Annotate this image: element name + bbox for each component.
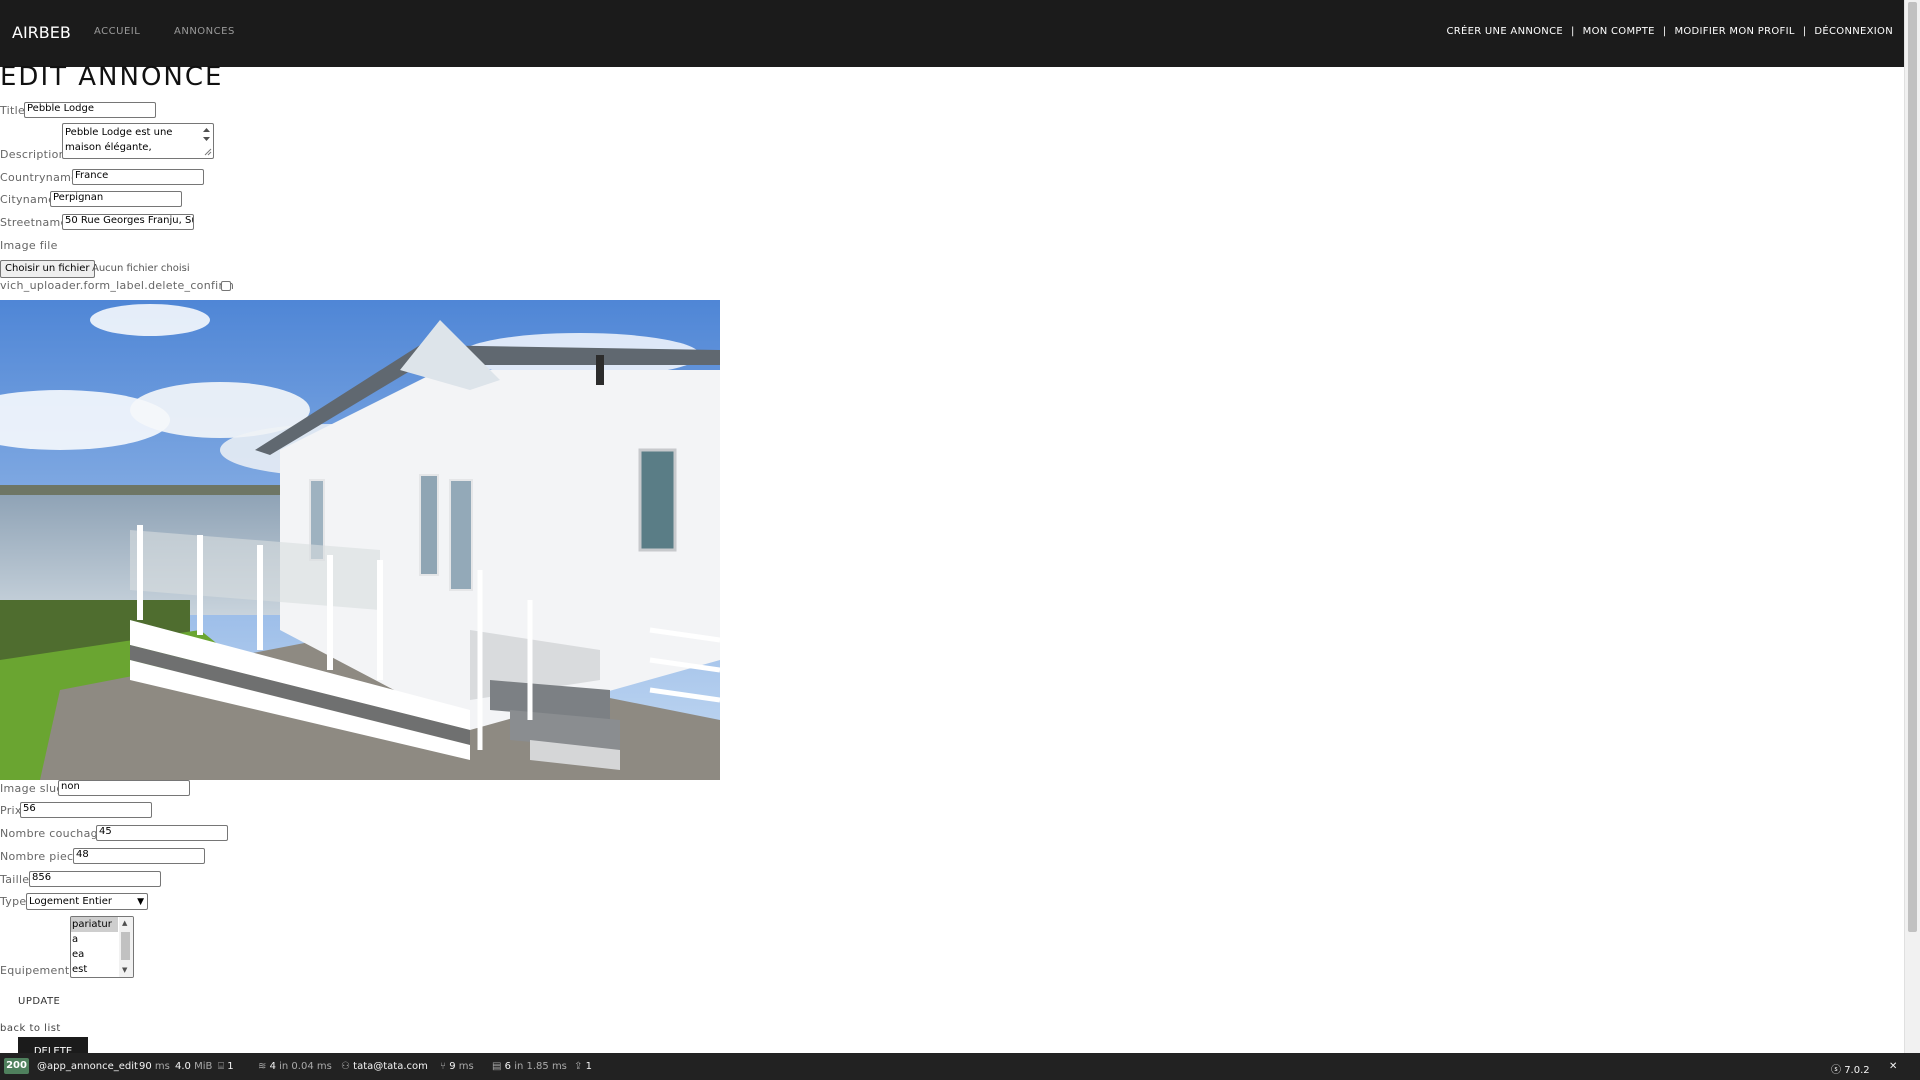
description-label: Description	[0, 148, 66, 161]
status-badge[interactable]: 200	[4, 1058, 29, 1074]
twig-icon: ⑂	[440, 1061, 446, 1072]
type-label: Type	[0, 895, 27, 908]
symfony-debug-toolbar: 200 @app_annonce_edit 90 ms 4.0 MiB ⌸ 1 …	[0, 1053, 1920, 1080]
prix-input[interactable]: 56	[20, 802, 152, 818]
debug-db-value: 6	[504, 1061, 512, 1072]
cityname-label: Cityname	[0, 193, 56, 206]
nav-link-annonces[interactable]: ANNONCES	[174, 26, 235, 37]
equipements-label: Equipements	[0, 964, 76, 977]
scroll-down-icon[interactable]: ▼	[122, 966, 127, 974]
description-text: Pebble Lodge est une maison élégante,	[65, 127, 173, 153]
streetname-input[interactable]: 50 Rue Georges Franju, Sui	[62, 214, 194, 230]
chevron-down-icon: ▼	[137, 897, 144, 907]
file-status: Aucun fichier choisi	[92, 263, 190, 274]
scrollbar-thumb[interactable]	[1908, 2, 1917, 932]
debug-twig-value: 9	[449, 1061, 456, 1072]
debug-route[interactable]: @app_annonce_edit	[37, 1061, 138, 1072]
debug-time-unit: ms	[154, 1061, 170, 1072]
debug-twig-unit: ms	[458, 1061, 474, 1072]
brand-logo[interactable]: AIRBEB	[12, 23, 71, 42]
annonce-photo	[0, 300, 720, 780]
debug-forms-value: 1	[227, 1061, 234, 1072]
debug-memory-unit: MiB	[194, 1061, 213, 1072]
close-icon[interactable]: ✕	[1889, 1061, 1897, 1072]
debug-user-value: tata@tata.com	[353, 1061, 428, 1072]
nav-link-accueil[interactable]: ACCUEIL	[94, 26, 140, 37]
countryname-input[interactable]: France	[72, 169, 204, 185]
debug-cache-detail: in 0.04 ms	[279, 1061, 332, 1072]
layers-icon: ≋	[258, 1061, 267, 1072]
page-scrollbar[interactable]	[1904, 0, 1920, 1053]
cloud-upload-icon: ⇪	[574, 1061, 583, 1072]
nav-link-creer-annonce[interactable]: CRÉER UNE ANNONCE	[1446, 26, 1563, 37]
delete-confirm-checkbox[interactable]	[221, 281, 231, 291]
taille-label: Taille	[0, 873, 30, 886]
debug-memory-value: 4.0	[175, 1061, 191, 1072]
form-icon: ⌸	[218, 1061, 224, 1072]
debug-time-value: 90	[139, 1061, 152, 1072]
nombre-piece-input[interactable]: 48	[73, 848, 205, 864]
debug-db-detail: in 1.85 ms	[514, 1061, 567, 1072]
nav-separator: |	[1802, 26, 1807, 37]
debug-version-value: 7.0.2	[1844, 1065, 1870, 1076]
page-title: EDIT ANNONCE	[0, 62, 224, 92]
cityname-input[interactable]: Perpignan	[50, 191, 182, 207]
debug-memory[interactable]: 4.0 MiB	[175, 1061, 212, 1072]
nav-right-links: CRÉER UNE ANNONCE | MON COMPTE | MODIFIER MO…	[1446, 26, 1893, 37]
list-item[interactable]: ea	[71, 947, 118, 962]
lodge-photo-illustration	[0, 300, 720, 780]
debug-http-value: 1	[585, 1061, 592, 1072]
debug-http[interactable]: ⇪ 1	[574, 1061, 592, 1072]
database-icon: ▤	[492, 1061, 502, 1072]
type-select-value: Logement Entier	[29, 896, 112, 907]
taille-input[interactable]: 856	[29, 871, 161, 887]
nav-link-deconnexion[interactable]: DÉCONNEXION	[1814, 26, 1893, 37]
symfony-logo-icon: ⓢ	[1831, 1065, 1841, 1076]
equipements-listbox[interactable]: pariatur a ea est ▲ ▼	[70, 916, 134, 978]
top-navbar: AIRBEB ACCUEIL ANNONCES CRÉER UNE ANNONC…	[0, 0, 1905, 67]
debug-cache-value: 4	[269, 1061, 276, 1072]
image-slug-input[interactable]: non	[58, 780, 190, 796]
textarea-scroll-arrows-icon[interactable]	[201, 125, 212, 157]
choose-file-button[interactable]: Choisir un fichier	[0, 260, 95, 278]
listbox-scroll-thumb[interactable]	[121, 932, 130, 960]
list-item[interactable]: est	[71, 962, 118, 977]
nombre-piece-label: Nombre piece	[0, 850, 81, 863]
nav-link-modifier-profil[interactable]: MODIFIER MON PROFIL	[1674, 26, 1794, 37]
debug-version[interactable]: ⓢ 7.0.2	[1831, 1061, 1870, 1076]
nav-link-mon-compte[interactable]: MON COMPTE	[1583, 26, 1655, 37]
prix-label: Prix	[0, 804, 22, 817]
nombre-couchage-label: Nombre couchage	[0, 827, 105, 840]
user-icon: ⚇	[341, 1061, 350, 1072]
nombre-couchage-input[interactable]: 45	[96, 825, 228, 841]
scroll-up-icon[interactable]: ▲	[122, 919, 127, 927]
description-textarea[interactable]: Pebble Lodge est une maison élégante,	[62, 123, 214, 159]
title-input[interactable]: Pebble Lodge	[24, 102, 156, 118]
nav-separator: |	[1570, 26, 1575, 37]
type-select[interactable]: Logement Entier ▼	[26, 893, 148, 910]
debug-user[interactable]: ⚇ tata@tata.com	[341, 1061, 428, 1072]
list-item[interactable]: pariatur	[71, 917, 118, 932]
debug-twig[interactable]: ⑂ 9 ms	[440, 1061, 474, 1072]
countryname-label: Countryname	[0, 171, 79, 184]
back-to-list-link[interactable]: back to list	[0, 1023, 61, 1034]
streetname-label: Streetname	[0, 216, 68, 229]
image-file-label: Image file	[0, 239, 58, 252]
listbox-scrollbar[interactable]: ▲ ▼	[119, 917, 133, 977]
debug-time[interactable]: 90 ms	[139, 1061, 170, 1072]
nav-separator: |	[1662, 26, 1667, 37]
debug-forms[interactable]: ⌸ 1	[218, 1061, 234, 1072]
image-slug-label: Image slug	[0, 782, 64, 795]
update-button[interactable]: UPDATE	[18, 996, 60, 1007]
list-item[interactable]: a	[71, 932, 118, 947]
delete-confirm-label: vich_uploader.form_label.delete_confirm	[0, 279, 235, 292]
title-label: Title	[0, 104, 26, 117]
debug-db[interactable]: ▤ 6 in 1.85 ms	[492, 1061, 567, 1072]
debug-cache[interactable]: ≋ 4 in 0.04 ms	[258, 1061, 332, 1072]
